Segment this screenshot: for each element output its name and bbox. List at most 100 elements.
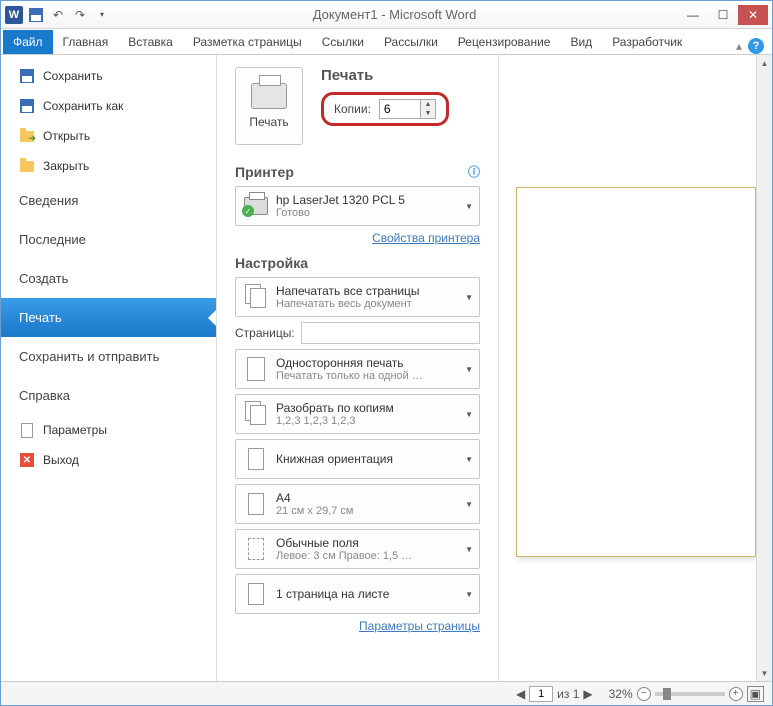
menu-share[interactable]: Сохранить и отправить — [1, 337, 216, 376]
redo-icon[interactable]: ↷ — [71, 6, 89, 24]
printer-info-icon[interactable]: ⓘ — [468, 163, 480, 180]
menu-exit[interactable]: ✕ Выход — [1, 445, 216, 475]
printer-name: hp LaserJet 1320 PCL 5 — [276, 193, 461, 207]
scope-sub: Напечатать весь документ — [276, 298, 461, 310]
chevron-down-icon: ▼ — [465, 410, 473, 419]
duplex-select[interactable]: Односторонняя печатьПечатать только на о… — [235, 349, 480, 389]
collate-select[interactable]: Разобрать по копиям1,2,3 1,2,3 1,2,3 ▼ — [235, 394, 480, 434]
paper-size-select[interactable]: A421 см x 29,7 см ▼ — [235, 484, 480, 524]
copies-spinner[interactable]: ▲ ▼ — [379, 99, 436, 119]
pages-input[interactable] — [301, 322, 480, 344]
help-icon[interactable]: ? — [748, 38, 764, 54]
tab-developer[interactable]: Разработчик — [602, 30, 692, 54]
word-app-icon: W — [5, 6, 23, 24]
collate-title: Разобрать по копиям — [276, 401, 461, 415]
quick-access-toolbar: ↶ ↷ ▾ — [27, 6, 111, 24]
margins-select[interactable]: Обычные поляЛевое: 3 см Правое: 1,5 … ▼ — [235, 529, 480, 569]
minimize-button[interactable]: — — [678, 5, 708, 25]
exit-icon: ✕ — [19, 452, 35, 468]
qat-dropdown-icon[interactable]: ▾ — [93, 6, 111, 24]
page-preview-thumbnail — [516, 187, 756, 557]
menu-new[interactable]: Создать — [1, 259, 216, 298]
printer-properties-link[interactable]: Свойства принтера — [235, 231, 480, 245]
print-button[interactable]: Печать — [235, 67, 303, 145]
close-button[interactable]: ✕ — [738, 5, 768, 25]
next-page-icon[interactable]: ▶ — [583, 687, 592, 701]
scroll-up-icon[interactable]: ▲ — [757, 55, 772, 71]
menu-close[interactable]: Закрыть — [1, 151, 216, 181]
orientation-select[interactable]: Книжная ориентация ▼ — [235, 439, 480, 479]
tab-home[interactable]: Главная — [53, 30, 119, 54]
tab-insert[interactable]: Вставка — [118, 30, 183, 54]
tab-references[interactable]: Ссылки — [312, 30, 374, 54]
open-icon: ➜ — [19, 128, 35, 144]
chevron-down-icon: ▼ — [465, 455, 473, 464]
pages-label: Страницы: — [235, 326, 295, 340]
menu-save-as[interactable]: Сохранить как — [1, 91, 216, 121]
printer-select[interactable]: ✓ hp LaserJet 1320 PCL 5Готово ▼ — [235, 186, 480, 226]
ppp-title: 1 страница на листе — [276, 587, 461, 601]
prev-page-icon[interactable]: ◀ — [516, 687, 525, 701]
undo-icon[interactable]: ↶ — [49, 6, 67, 24]
tab-file[interactable]: Файл — [3, 30, 53, 54]
menu-print[interactable]: Печать — [1, 298, 216, 337]
menu-help[interactable]: Справка — [1, 376, 216, 415]
maximize-button[interactable]: ☐ — [708, 5, 738, 25]
copies-highlight: Копии: ▲ ▼ — [321, 92, 449, 126]
menu-open-label: Открыть — [43, 129, 90, 143]
copies-input[interactable] — [380, 100, 420, 118]
menu-close-label: Закрыть — [43, 159, 89, 173]
menu-saveas-label: Сохранить как — [43, 99, 123, 113]
tab-layout[interactable]: Разметка страницы — [183, 30, 312, 54]
current-page-input[interactable] — [529, 686, 553, 702]
menu-help-label: Справка — [19, 388, 70, 403]
tab-review[interactable]: Рецензирование — [448, 30, 561, 54]
save-icon[interactable] — [27, 6, 45, 24]
close-folder-icon — [19, 158, 35, 174]
copies-down[interactable]: ▼ — [421, 109, 435, 118]
paper-sub: 21 см x 29,7 см — [276, 505, 461, 517]
printer-icon — [251, 83, 287, 109]
copies-label: Копии: — [334, 102, 371, 116]
menu-options-label: Параметры — [43, 423, 107, 437]
menu-exit-label: Выход — [43, 453, 79, 467]
chevron-down-icon: ▼ — [465, 293, 473, 302]
menu-recent-label: Последние — [19, 232, 86, 247]
margins-title: Обычные поля — [276, 536, 461, 550]
print-scope-select[interactable]: Напечатать все страницыНапечатать весь д… — [235, 277, 480, 317]
pages-per-sheet-select[interactable]: 1 страница на листе ▼ — [235, 574, 480, 614]
fit-page-icon[interactable]: ▣ — [747, 686, 764, 702]
scroll-down-icon[interactable]: ▼ — [757, 665, 772, 681]
menu-open[interactable]: ➜ Открыть — [1, 121, 216, 151]
window-title: Документ1 - Microsoft Word — [111, 7, 678, 22]
pages-all-icon — [242, 283, 270, 311]
menu-info[interactable]: Сведения — [1, 181, 216, 220]
printer-device-icon: ✓ — [242, 192, 270, 220]
zoom-label: 32% — [609, 687, 633, 701]
copies-up[interactable]: ▲ — [421, 100, 435, 109]
status-bar: ◀ из 1 ▶ 32% − + ▣ — [1, 681, 772, 705]
one-sided-icon — [242, 355, 270, 383]
printer-heading: Принтер — [235, 164, 294, 180]
zoom-in-button[interactable]: + — [729, 687, 743, 701]
page-of-label: из 1 — [557, 687, 579, 701]
settings-heading: Настройка — [235, 255, 308, 271]
tab-mailings[interactable]: Рассылки — [374, 30, 448, 54]
zoom-out-button[interactable]: − — [637, 687, 651, 701]
print-settings-pane: Печать Печать Копии: ▲ ▼ Принтерⓘ — [217, 55, 498, 681]
menu-save[interactable]: Сохранить — [1, 61, 216, 91]
menu-options[interactable]: Параметры — [1, 415, 216, 445]
scope-title: Напечатать все страницы — [276, 284, 461, 298]
menu-recent[interactable]: Последние — [1, 220, 216, 259]
page-setup-link[interactable]: Параметры страницы — [235, 619, 480, 633]
ribbon-tabs: Файл Главная Вставка Разметка страницы С… — [1, 29, 772, 55]
zoom-slider[interactable] — [655, 692, 725, 696]
ribbon-minimize-icon[interactable]: ▴ — [736, 39, 742, 53]
preview-scrollbar[interactable]: ▲ ▼ — [756, 55, 772, 681]
one-page-icon — [242, 580, 270, 608]
duplex-title: Односторонняя печать — [276, 356, 461, 370]
titlebar: W ↶ ↷ ▾ Документ1 - Microsoft Word — ☐ ✕ — [1, 1, 772, 29]
menu-save-label: Сохранить — [43, 69, 103, 83]
tab-view[interactable]: Вид — [560, 30, 602, 54]
portrait-icon — [242, 445, 270, 473]
